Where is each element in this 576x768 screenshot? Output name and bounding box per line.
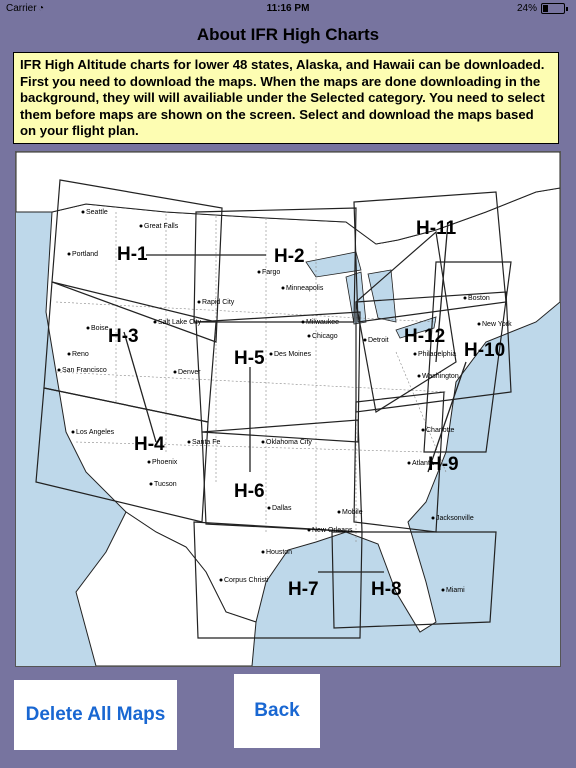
city-dot: [417, 374, 421, 378]
city-dot: [86, 326, 90, 330]
city-dot: [57, 368, 61, 372]
city-label: Portland: [72, 251, 98, 258]
battery-icon: [541, 3, 565, 14]
city-dot: [67, 352, 71, 356]
city-dot: [269, 352, 273, 356]
city-dot: [71, 430, 75, 434]
map-svg: H-1 H-2 H-3 H-4 H-5 H-6 H-7 H-8 H-9 H-10…: [16, 152, 560, 666]
city-dot: [257, 270, 261, 274]
city-dot: [147, 460, 151, 464]
city-dot: [261, 440, 265, 444]
city-label: Phoenix: [152, 459, 178, 466]
city-label: Mobile: [342, 509, 363, 516]
chart-label: H-7: [288, 579, 319, 600]
city-dot: [307, 528, 311, 532]
city-dot: [261, 550, 265, 554]
chart-label: H-12: [404, 326, 445, 347]
city-label: Salt Lake City: [158, 319, 202, 326]
chart-label: H-6: [234, 481, 265, 502]
city-label: Denver: [178, 369, 201, 376]
city-label: Chicago: [312, 333, 338, 340]
city-label: Des Moines: [274, 351, 311, 358]
city-dot: [267, 506, 271, 510]
city-dot: [173, 370, 177, 374]
status-bar: Carrier ◔ 11:16 PM 24%: [0, 0, 576, 18]
info-text: IFR High Altitude charts for lower 48 st…: [13, 52, 559, 144]
city-label: Atlanta: [412, 460, 434, 467]
city-dot: [219, 578, 223, 582]
city-dot: [301, 320, 305, 324]
back-button[interactable]: Back: [234, 674, 320, 748]
chart-label: H-3: [108, 326, 139, 347]
city-label: Boston: [468, 295, 490, 302]
city-label: Tucson: [154, 481, 177, 488]
city-dot: [477, 322, 481, 326]
city-dot: [81, 210, 85, 214]
city-label: New York: [482, 321, 512, 328]
chart-label: H-5: [234, 348, 265, 369]
chart-label: H-4: [134, 434, 165, 455]
city-dot: [407, 461, 411, 465]
city-label: Philadelphia: [418, 351, 456, 358]
city-label: Charlotte: [426, 427, 455, 434]
chart-label: H-2: [274, 246, 305, 267]
city-dot: [281, 286, 285, 290]
city-label: Oklahoma City: [266, 439, 312, 446]
chart-label: H-11: [416, 218, 457, 239]
battery-percent: 24%: [516, 3, 537, 14]
city-dot: [431, 516, 435, 520]
city-label: Washington: [422, 373, 459, 380]
city-label: Fargo: [262, 269, 280, 276]
city-label: Boise: [91, 325, 109, 332]
city-label: Corpus Christi: [224, 577, 269, 584]
city-dot: [67, 252, 71, 256]
city-dot: [337, 510, 341, 514]
city-label: Jacksonville: [436, 515, 474, 522]
city-label: Reno: [72, 351, 89, 358]
city-dot: [363, 338, 367, 342]
city-label: San Francisco: [62, 367, 107, 374]
page-title: About IFR High Charts: [196, 25, 380, 44]
ifr-high-chart-map[interactable]: H-1 H-2 H-3 H-4 H-5 H-6 H-7 H-8 H-9 H-10…: [15, 151, 561, 667]
city-label: Detroit: [368, 337, 389, 344]
city-dot: [421, 428, 425, 432]
chart-label: H-1: [117, 244, 148, 265]
city-label: Milwaukee: [306, 319, 339, 326]
city-label: Santa Fe: [192, 439, 221, 446]
city-dot: [149, 482, 153, 486]
city-dot: [413, 352, 417, 356]
city-dot: [463, 296, 467, 300]
city-label: Rapid City: [202, 299, 235, 306]
battery-indicator: 24%: [517, 3, 568, 14]
city-label: New Orleans: [312, 527, 353, 534]
city-label: Dallas: [272, 505, 292, 512]
city-dot: [153, 320, 157, 324]
city-dot: [307, 334, 311, 338]
delete-all-maps-button[interactable]: Delete All Maps: [14, 680, 177, 750]
city-label: Minneapolis: [286, 285, 324, 292]
chart-label: H-8: [371, 579, 402, 600]
city-dot: [139, 224, 143, 228]
city-label: Houston: [266, 549, 292, 556]
city-dot: [441, 588, 445, 592]
city-dot: [187, 440, 191, 444]
city-label: Great Falls: [144, 223, 179, 230]
city-label: Miami: [446, 587, 465, 594]
city-label: Los Angeles: [76, 429, 115, 436]
chart-label: H-10: [464, 340, 505, 361]
city-dot: [197, 300, 201, 304]
city-label: Seattle: [86, 209, 108, 216]
clock: 11:16 PM: [266, 3, 310, 14]
